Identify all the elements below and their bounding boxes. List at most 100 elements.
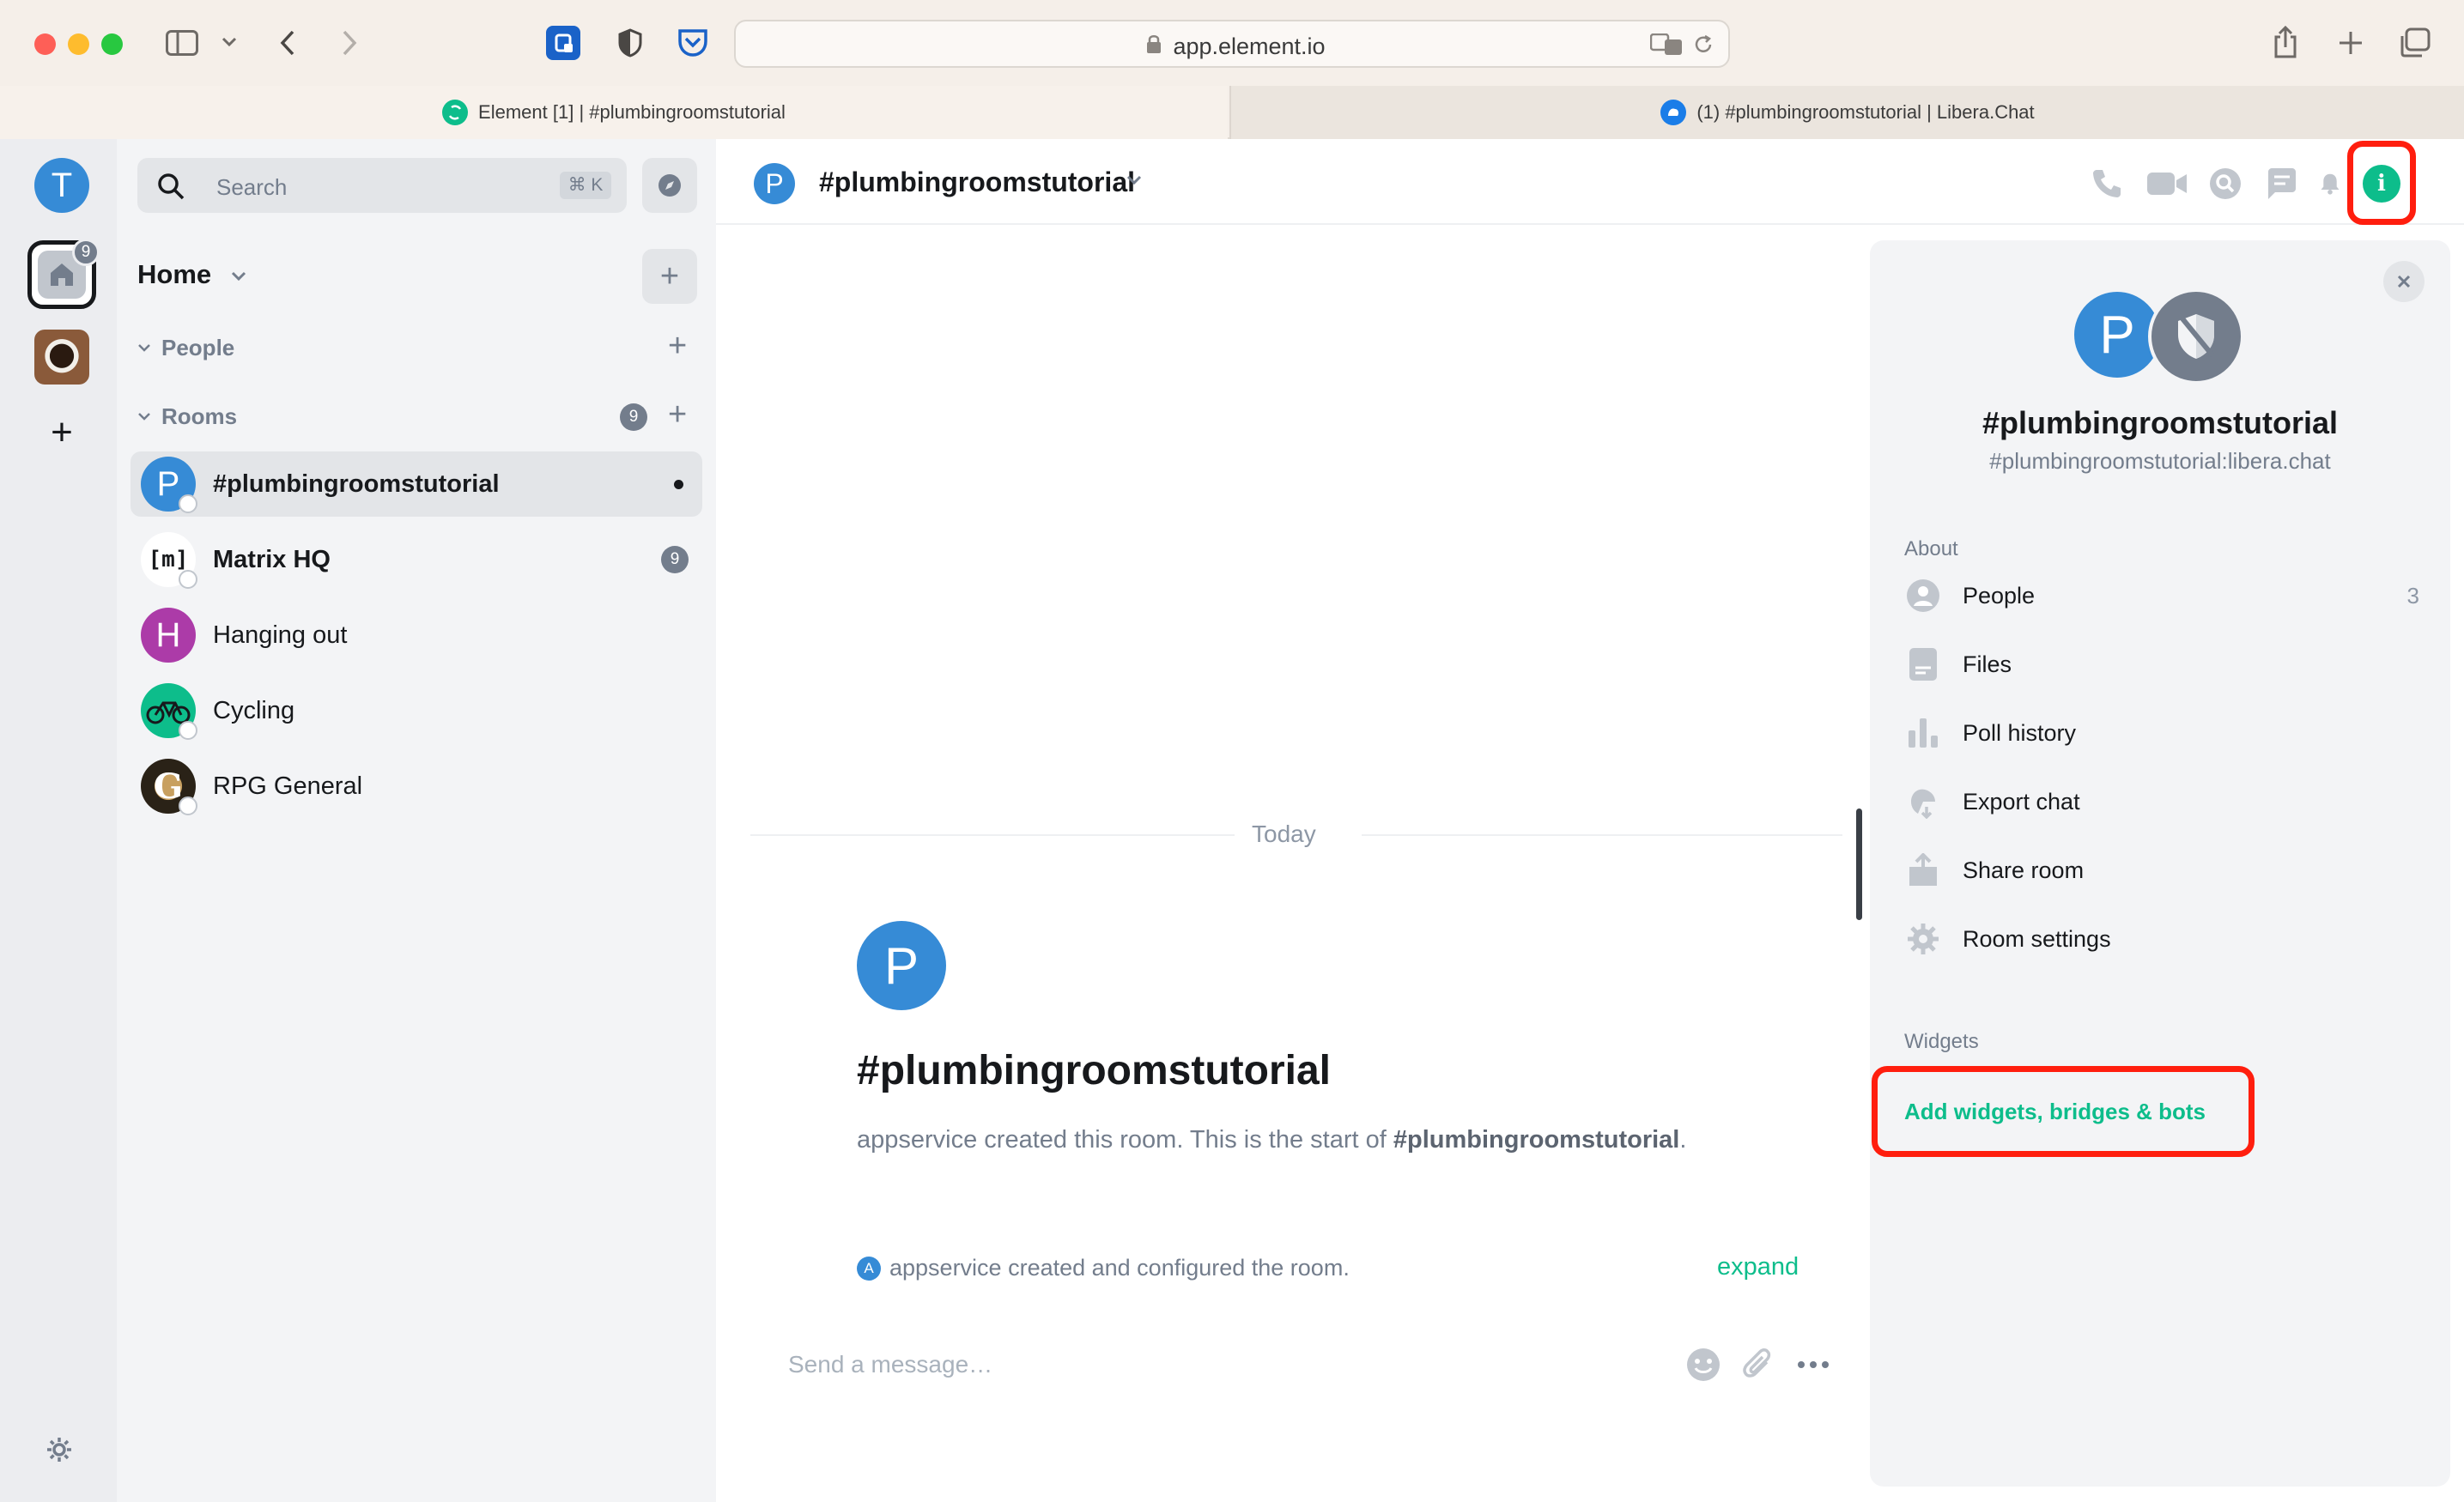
more-options-icon[interactable] — [1794, 1346, 1832, 1384]
explore-rooms-button[interactable] — [642, 158, 697, 213]
forward-icon[interactable] — [335, 27, 364, 58]
room-avatar-initial: [m] — [148, 547, 189, 572]
search-placeholder: Search — [216, 174, 288, 200]
video-call-icon[interactable] — [2145, 165, 2189, 203]
address-bar[interactable]: app.element.io — [734, 20, 1730, 68]
room-creation-text: appservice created and configured the ro… — [889, 1255, 1350, 1281]
room-list-item[interactable]: [m] Matrix HQ 9 — [130, 527, 702, 592]
chevron-down-icon[interactable] — [220, 33, 239, 51]
libera-favicon-icon — [1660, 100, 1687, 125]
browser-tab-libera[interactable]: (1) #plumbingroomstutorial | Libera.Chat — [1229, 86, 2464, 139]
poll-history-menu-item[interactable]: Poll history — [1904, 709, 2419, 757]
room-avatar: G — [141, 759, 197, 815]
room-intro-suffix: . — [1679, 1126, 1687, 1154]
chevron-down-icon — [138, 343, 150, 352]
room-header-avatar[interactable]: P — [754, 163, 795, 204]
room-avatar-initial: P — [156, 464, 180, 503]
compass-icon — [658, 174, 681, 197]
room-name: RPG General — [213, 772, 363, 800]
room-name: #plumbingroomstutorial — [213, 469, 500, 498]
add-room-plus-button[interactable]: + — [668, 398, 687, 431]
bitwarden-extension-icon[interactable] — [546, 26, 580, 60]
room-info-name: #plumbingroomstutorial — [1982, 405, 2338, 440]
start-chat-button[interactable]: + — [668, 330, 687, 362]
privacy-shield-icon[interactable] — [613, 26, 647, 60]
browser-tab-element[interactable]: Element [1] | #plumbingroomstutorial — [0, 86, 1228, 139]
reload-icon[interactable] — [1690, 32, 1716, 58]
window-minimize-button[interactable] — [68, 33, 89, 55]
room-header-name[interactable]: #plumbingroomstutorial — [819, 167, 1135, 198]
appservice-avatar[interactable]: A — [857, 1256, 881, 1281]
emoji-icon[interactable] — [1684, 1346, 1722, 1384]
menu-item-label: Share room — [1963, 857, 2085, 883]
room-search-icon[interactable] — [2206, 165, 2244, 203]
share-icon[interactable] — [2270, 24, 2301, 60]
room-list-item[interactable]: P #plumbingroomstutorial — [130, 451, 702, 517]
gear-icon — [1904, 920, 1942, 958]
notifications-bell-icon[interactable] — [2318, 165, 2342, 203]
room-avatar — [141, 683, 197, 740]
room-intro-description: appservice created this room. This is th… — [857, 1126, 1686, 1154]
home-header[interactable]: Home — [137, 259, 246, 290]
room-info-panel: P #plumbingroomstutorial #plumbingroomst… — [1870, 240, 2450, 1487]
files-menu-item[interactable]: Files — [1904, 640, 2419, 688]
room-list-item[interactable]: H Hanging out — [130, 603, 702, 668]
room-settings-menu-item[interactable]: Room settings — [1904, 915, 2419, 963]
room-list-panel: Search ⌘ K Home + People + Rooms 9 + P #… — [117, 139, 716, 1502]
attachment-icon[interactable] — [1739, 1346, 1777, 1384]
file-icon — [1904, 645, 1942, 683]
window-close-button[interactable] — [34, 33, 56, 55]
message-composer-input[interactable]: Send a message… — [788, 1351, 992, 1378]
new-tab-icon[interactable] — [2334, 26, 2368, 60]
poll-chart-icon — [1904, 714, 1942, 752]
close-icon — [2397, 275, 2411, 288]
back-icon[interactable] — [273, 27, 302, 58]
bridge-badge-icon — [179, 494, 197, 513]
close-panel-button[interactable] — [2383, 261, 2425, 302]
room-list-item[interactable]: Cycling — [130, 678, 702, 743]
room-name: Matrix HQ — [213, 545, 331, 573]
tab-label: Element [1] | #plumbingroomstutorial — [478, 101, 786, 123]
translate-icon[interactable] — [1649, 32, 1684, 58]
share-room-menu-item[interactable]: Share room — [1904, 846, 2419, 894]
threads-icon[interactable] — [2263, 165, 2301, 203]
highlight-room-info — [2347, 141, 2416, 225]
date-separator-line — [1362, 834, 1842, 836]
voice-call-icon[interactable] — [2088, 165, 2126, 203]
user-menu-avatar[interactable]: T — [34, 158, 89, 213]
room-search-input[interactable]: Search ⌘ K — [137, 158, 627, 213]
window-zoom-button[interactable] — [101, 33, 123, 55]
menu-item-label: Files — [1963, 651, 2012, 677]
date-separator-label: Today — [1252, 821, 1316, 847]
timeline-scrollbar[interactable] — [1856, 809, 1862, 920]
room-list-item[interactable]: G RPG General — [130, 754, 702, 819]
chevron-down-icon[interactable] — [1126, 175, 1142, 185]
add-room-button[interactable]: + — [642, 249, 697, 304]
sidebar-toggle-icon[interactable] — [165, 27, 199, 58]
room-name: Hanging out — [213, 621, 348, 649]
room-intro-avatar[interactable]: P — [857, 921, 946, 1010]
quick-settings-gear-icon[interactable] — [45, 1435, 74, 1464]
people-section-header[interactable]: People — [137, 335, 234, 361]
coffee-space-avatar[interactable] — [34, 330, 89, 385]
room-intro-room-link[interactable]: #plumbingroomstutorial — [1393, 1126, 1680, 1154]
menu-item-label: Export chat — [1963, 788, 2080, 815]
chevron-down-icon — [138, 412, 150, 421]
element-favicon-icon — [442, 100, 469, 125]
expand-events-link[interactable]: expand — [1717, 1253, 1799, 1281]
rooms-section-header[interactable]: Rooms — [137, 403, 237, 430]
pocket-extension-icon[interactable] — [675, 26, 711, 60]
search-icon — [158, 173, 185, 200]
room-view: P #plumbingroomstutorial i Today P #plum… — [716, 139, 2464, 1502]
rooms-count-badge: 9 — [620, 403, 647, 431]
export-chat-menu-item[interactable]: Export chat — [1904, 778, 2419, 826]
create-space-button[interactable]: + — [43, 414, 81, 453]
room-avatar: H — [141, 608, 196, 663]
home-notification-badge: 9 — [72, 239, 100, 266]
tab-overview-icon[interactable] — [2397, 26, 2433, 60]
room-name: Cycling — [213, 696, 295, 724]
people-section-label: People — [161, 335, 235, 360]
people-menu-item[interactable]: People 3 — [1904, 572, 2419, 620]
room-creation-event: A appservice created and configured the … — [857, 1255, 1350, 1281]
room-avatar: P — [141, 457, 197, 513]
